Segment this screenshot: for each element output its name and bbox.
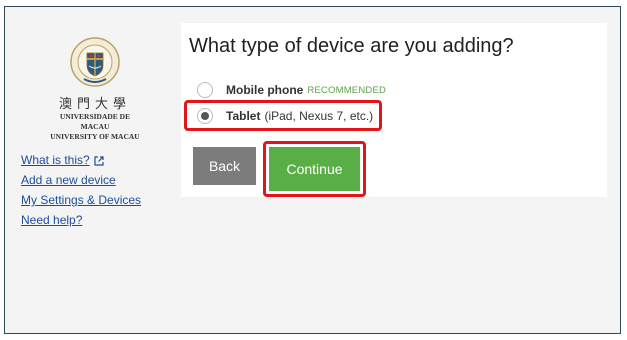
need-help-link[interactable]: Need help? bbox=[21, 210, 141, 230]
university-logo: 澳門大學 UNIVERSIDADE DE MACAU UNIVERSITY OF… bbox=[45, 37, 145, 142]
mobile-phone-radio[interactable] bbox=[197, 82, 213, 98]
tablet-radio[interactable] bbox=[197, 108, 213, 124]
what-is-this-label: What is this? bbox=[21, 153, 90, 167]
logo-chinese-name: 澳門大學 bbox=[58, 97, 131, 112]
continue-button[interactable]: Continue bbox=[269, 147, 360, 191]
what-is-this-link[interactable]: What is this? bbox=[21, 150, 141, 170]
logo-english-name: UNIVERSITY OF MACAU bbox=[50, 132, 140, 141]
device-type-panel: What type of device are you adding? Mobi… bbox=[181, 23, 607, 197]
recommended-badge: RECOMMENDED bbox=[307, 84, 387, 96]
tablet-description: (iPad, Nexus 7, etc.) bbox=[264, 109, 374, 123]
option-tablet[interactable]: Tablet (iPad, Nexus 7, etc.) bbox=[197, 105, 373, 127]
add-new-device-link[interactable]: Add a new device bbox=[21, 170, 141, 190]
back-button[interactable]: Back bbox=[193, 147, 256, 185]
tablet-label: Tablet bbox=[226, 109, 261, 123]
sidebar: 澳門大學 UNIVERSIDADE DE MACAU UNIVERSITY OF… bbox=[5, 7, 177, 333]
sidebar-links: What is this? Add a new device My Settin… bbox=[21, 150, 141, 230]
external-link-icon bbox=[94, 156, 104, 166]
mobile-phone-label: Mobile phone bbox=[226, 83, 304, 97]
option-mobile-phone[interactable]: Mobile phone RECOMMENDED bbox=[197, 79, 386, 101]
device-enrollment-frame: 澳門大學 UNIVERSIDADE DE MACAU UNIVERSITY OF… bbox=[4, 6, 621, 334]
logo-portuguese-name: UNIVERSIDADE DE MACAU bbox=[59, 112, 131, 131]
my-settings-devices-link[interactable]: My Settings & Devices bbox=[21, 190, 141, 210]
page-title: What type of device are you adding? bbox=[189, 35, 514, 57]
university-seal-icon bbox=[70, 37, 120, 87]
